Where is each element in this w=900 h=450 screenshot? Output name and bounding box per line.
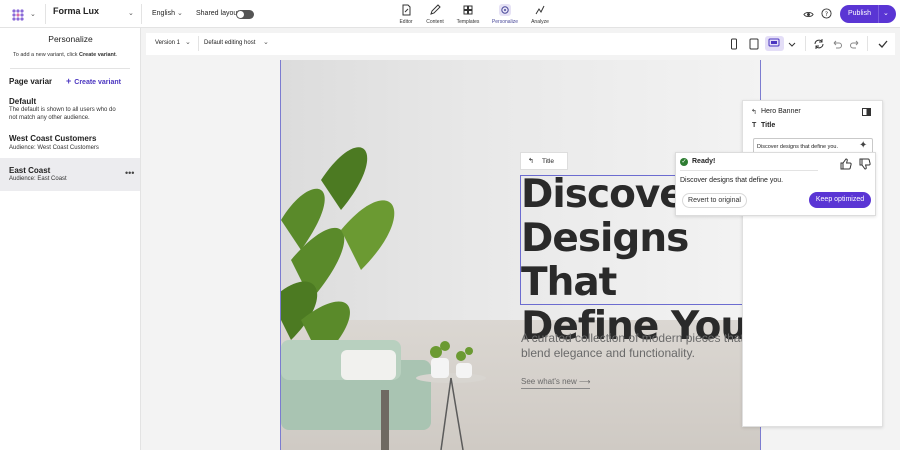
variant-description: Audience: West Coast Customers bbox=[9, 145, 99, 151]
site-name: Forma Lux bbox=[53, 6, 100, 16]
tab-label: Analyze bbox=[531, 19, 549, 25]
hint-text: To add a new variant, click bbox=[13, 52, 80, 58]
variant-name: Default bbox=[9, 97, 37, 106]
arrow-right-icon: ⟶ bbox=[579, 377, 591, 386]
analyze-icon bbox=[535, 5, 545, 15]
field-label: Title bbox=[761, 122, 776, 129]
create-variant-button[interactable]: + Create variant bbox=[66, 76, 121, 86]
svg-text:?: ? bbox=[825, 10, 828, 18]
divider bbox=[805, 36, 806, 51]
hero-subheading: A curated collection of modern pieces th… bbox=[521, 331, 744, 360]
tab-label: Personalize bbox=[491, 19, 519, 25]
checkmark-icon[interactable] bbox=[877, 38, 889, 50]
keep-optimized-button[interactable]: Keep optimized bbox=[809, 192, 871, 208]
return-arrow-icon[interactable]: ↰ bbox=[751, 108, 757, 116]
desktop-view-button[interactable] bbox=[765, 36, 784, 51]
chevron-down-icon[interactable]: ⌄ bbox=[30, 10, 36, 18]
editing-host-selector[interactable]: Default editing host bbox=[204, 40, 255, 46]
variant-description: The default is shown to all users who do… bbox=[9, 107, 116, 121]
editor-icon bbox=[402, 4, 411, 16]
divider bbox=[878, 5, 879, 23]
tab-label: Templates bbox=[456, 19, 480, 25]
text-field-icon: T bbox=[752, 122, 757, 129]
hint-suffix: . bbox=[115, 52, 118, 58]
variant-east-coast[interactable]: East Coast Audience: East Coast ••• bbox=[0, 158, 140, 191]
tab-analyze[interactable]: Analyze bbox=[525, 4, 555, 26]
templates-icon bbox=[463, 5, 473, 15]
tab-templates[interactable]: Templates bbox=[453, 4, 483, 26]
create-variant-hint: To add a new variant, click Create varia… bbox=[13, 52, 117, 58]
variant-name: East Coast bbox=[9, 166, 51, 175]
divider bbox=[680, 170, 818, 171]
version-selector[interactable]: Version 1 bbox=[155, 40, 180, 46]
shared-layout-label: Shared layout bbox=[196, 10, 240, 17]
variant-default[interactable]: Default The default is shown to all user… bbox=[0, 94, 140, 126]
page-variants-title: Page variants bbox=[9, 77, 52, 86]
publish-options-chevron-icon[interactable]: ⌄ bbox=[883, 9, 889, 17]
sparkle-ai-icon[interactable]: ✦ bbox=[859, 140, 867, 151]
publish-label: Publish bbox=[848, 10, 871, 17]
publish-button[interactable]: Publish ⌄ bbox=[840, 5, 896, 23]
tab-content[interactable]: Content bbox=[420, 4, 450, 26]
check-circle-icon: ✓ bbox=[680, 158, 688, 166]
undo-icon[interactable] bbox=[831, 38, 843, 50]
suggested-text: Discover designs that define you. bbox=[680, 177, 784, 184]
variant-name: West Coast Customers bbox=[9, 134, 97, 143]
more-options-icon[interactable]: ••• bbox=[125, 168, 134, 178]
variant-description: Audience: East Coast bbox=[9, 176, 67, 182]
thumbs-down-icon[interactable] bbox=[859, 158, 871, 170]
plus-icon: + bbox=[66, 76, 72, 86]
content-icon bbox=[430, 4, 441, 15]
component-name: Hero Banner bbox=[761, 108, 801, 115]
version-chevron-icon[interactable]: ⌄ bbox=[185, 38, 191, 46]
thumbs-up-icon[interactable] bbox=[840, 158, 852, 170]
help-icon[interactable]: ? bbox=[821, 8, 832, 19]
site-dropdown-chevron-icon[interactable]: ⌄ bbox=[128, 9, 134, 17]
title-tag-label: Title bbox=[542, 158, 555, 165]
personalize-icon bbox=[499, 4, 511, 16]
panel-title: Personalize bbox=[48, 34, 93, 44]
ready-label: Ready! bbox=[692, 158, 716, 165]
divider bbox=[45, 4, 46, 24]
shared-layout-toggle[interactable] bbox=[236, 10, 254, 19]
create-variant-link[interactable]: Create variant bbox=[79, 52, 116, 58]
top-bar: ⌄ Forma Lux ⌄ English ⌄ Shared layout Ed… bbox=[0, 0, 900, 28]
language-selector[interactable]: English bbox=[152, 10, 175, 17]
title-component-tag[interactable]: ↰ Title bbox=[520, 152, 568, 170]
redo-icon[interactable] bbox=[849, 38, 861, 50]
preview-eye-icon[interactable] bbox=[803, 9, 814, 20]
divider bbox=[10, 68, 130, 69]
title-field-value: Discover designs that define you. bbox=[757, 144, 839, 150]
tab-label: Content bbox=[426, 19, 444, 25]
ai-suggestion-card: ✓ Ready! Discover designs that define yo… bbox=[675, 152, 876, 216]
tab-editor[interactable]: Editor bbox=[391, 4, 421, 26]
collapse-panel-icon[interactable] bbox=[862, 108, 871, 116]
refresh-icon[interactable] bbox=[813, 38, 825, 50]
hero-link[interactable]: See what's new ⟶ bbox=[521, 377, 591, 389]
create-variant-label: Create variant bbox=[74, 79, 121, 86]
mobile-view-icon[interactable] bbox=[728, 38, 740, 50]
revert-to-original-button[interactable]: Revert to original bbox=[682, 193, 747, 208]
personalize-panel: Personalize To add a new variant, click … bbox=[0, 28, 141, 450]
variant-west-coast[interactable]: West Coast Customers Audience: West Coas… bbox=[0, 130, 140, 158]
divider bbox=[867, 36, 868, 51]
language-chevron-icon[interactable]: ⌄ bbox=[177, 9, 183, 17]
tab-label: Editor bbox=[399, 19, 413, 25]
return-arrow-icon: ↰ bbox=[528, 158, 534, 165]
device-options-chevron-icon[interactable] bbox=[786, 38, 798, 50]
divider bbox=[141, 4, 142, 24]
divider bbox=[198, 36, 199, 51]
tablet-view-icon[interactable] bbox=[748, 38, 760, 50]
tab-personalize[interactable]: Personalize bbox=[490, 4, 520, 26]
editing-host-chevron-icon[interactable]: ⌄ bbox=[263, 38, 269, 46]
app-switcher-icon[interactable] bbox=[10, 7, 26, 23]
desktop-view-icon bbox=[768, 38, 780, 47]
hero-link-label: See what's new bbox=[521, 377, 577, 386]
